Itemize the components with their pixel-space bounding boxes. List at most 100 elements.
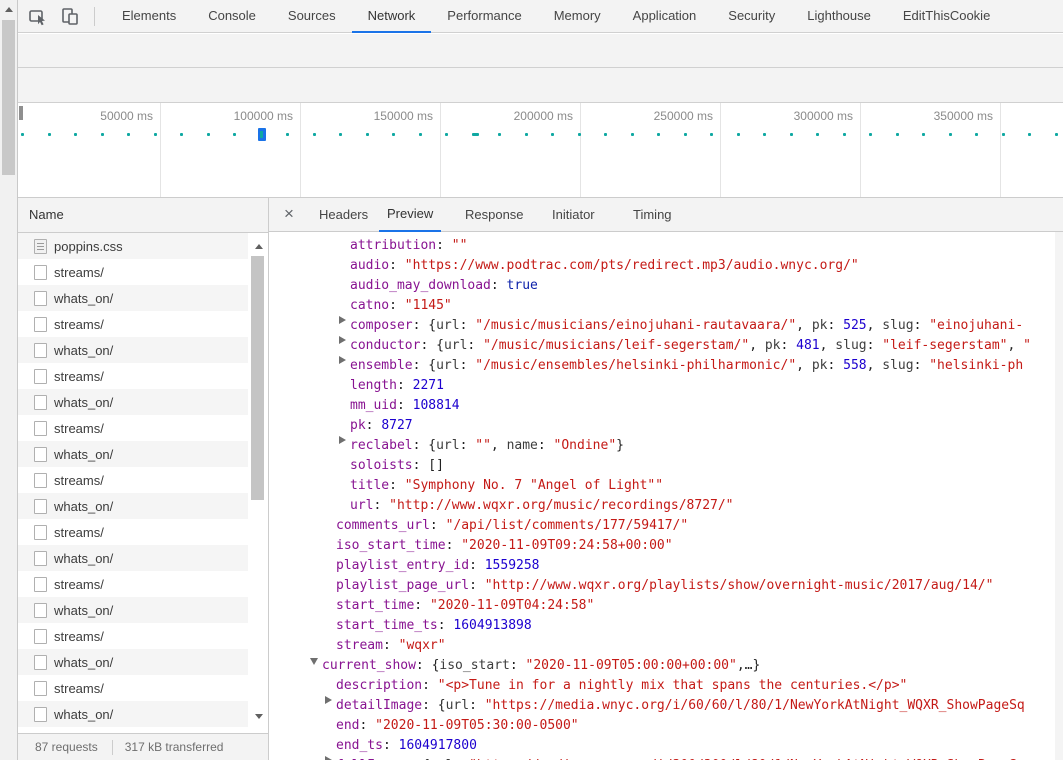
- json-line[interactable]: detailImage: {url: "https://media.wnyc.o…: [269, 696, 1055, 716]
- tab-performance[interactable]: Performance: [431, 0, 537, 33]
- timeline-gridline: [1000, 103, 1001, 197]
- json-line: length: 2271: [269, 376, 1055, 396]
- json-plain: }: [616, 438, 624, 453]
- request-row[interactable]: whats_on/: [18, 701, 248, 727]
- timeline-dot: [1002, 133, 1005, 136]
- tab-lighthouse[interactable]: Lighthouse: [791, 0, 887, 33]
- request-row[interactable]: whats_on/: [18, 597, 248, 623]
- json-key: description: [336, 678, 422, 693]
- json-key: catno: [350, 298, 389, 313]
- json-plain: ,: [867, 358, 883, 373]
- timeline-dot: [101, 133, 104, 136]
- json-plain: :: [397, 398, 413, 413]
- request-row[interactable]: streams/: [18, 519, 248, 545]
- timeline-dot: [498, 133, 501, 136]
- json-string: "<p>Tune in for a nightly mix that spans…: [438, 678, 908, 693]
- request-row[interactable]: poppins.css: [18, 233, 248, 259]
- timeline-dot-selected[interactable]: [258, 128, 266, 141]
- page-scrollbar-thumb[interactable]: [2, 20, 15, 175]
- tab-console[interactable]: Console: [192, 0, 272, 33]
- json-line[interactable]: ensemble: {url: "/music/ensembles/helsin…: [269, 356, 1055, 376]
- request-row[interactable]: whats_on/: [18, 285, 248, 311]
- json-line[interactable]: composer: {url: "/music/musicians/einoju…: [269, 316, 1055, 336]
- json-line: url: "http://www.wqxr.org/music/recordin…: [269, 496, 1055, 516]
- inspect-element-icon[interactable]: [28, 6, 48, 26]
- json-line[interactable]: fullImage: {url: "https://media.wnyc.org…: [269, 756, 1055, 760]
- request-row[interactable]: streams/: [18, 623, 248, 649]
- request-name: streams/: [54, 369, 104, 384]
- json-string: "http://www.wqxr.org/playlists/show/over…: [485, 578, 994, 593]
- preview-scrollbar[interactable]: [1055, 232, 1063, 760]
- json-key: end: [336, 718, 359, 733]
- json-line: mm_uid: 108814: [269, 396, 1055, 416]
- request-row[interactable]: streams/: [18, 363, 248, 389]
- preview-pane-tab-timing[interactable]: Timing: [625, 198, 680, 232]
- json-plain: :: [469, 558, 485, 573]
- json-line[interactable]: reclabel: {url: "", name: "Ondine"}: [269, 436, 1055, 456]
- timeline-dot: [207, 133, 210, 136]
- preview-pane-tab-initiator[interactable]: Initiator: [544, 198, 603, 232]
- timeline-dot: [710, 133, 713, 136]
- json-plain: : {: [413, 358, 436, 373]
- timeline-dot: [843, 133, 846, 136]
- json-line: end_ts: 1604917800: [269, 736, 1055, 756]
- tab-network[interactable]: Network: [352, 0, 432, 33]
- request-row[interactable]: whats_on/: [18, 649, 248, 675]
- preview-pane-tab-headers[interactable]: Headers: [311, 198, 376, 232]
- request-row[interactable]: streams/: [18, 467, 248, 493]
- request-row[interactable]: streams/: [18, 571, 248, 597]
- json-string: "http://www.wqxr.org/music/recordings/87…: [389, 498, 733, 513]
- network-toolbar: Preserve log Disable cache Online: [18, 34, 1063, 68]
- preview-pane-tab-response[interactable]: Response: [457, 198, 532, 232]
- device-toolbar-icon[interactable]: [60, 6, 80, 26]
- doc-file-icon: [34, 291, 47, 306]
- request-row[interactable]: whats_on/: [18, 493, 248, 519]
- request-row[interactable]: whats_on/: [18, 545, 248, 571]
- timeline-dot: [445, 133, 448, 136]
- json-string: "/music/ensembles/helsinki-philharmonic/…: [475, 358, 796, 373]
- request-list-scrollbar-thumb[interactable]: [251, 256, 264, 500]
- json-preview_key: pk: [765, 338, 781, 353]
- request-row[interactable]: streams/: [18, 415, 248, 441]
- tab-editthiscookie[interactable]: EditThisCookie: [887, 0, 1006, 33]
- name-column-header[interactable]: Name: [18, 198, 268, 233]
- doc-file-icon: [34, 421, 47, 436]
- request-row[interactable]: streams/: [18, 675, 248, 701]
- page-scrollbar[interactable]: [0, 0, 18, 760]
- json-line[interactable]: current_show: {iso_start: "2020-11-09T05…: [269, 656, 1055, 676]
- timeline-gridline: [580, 103, 581, 197]
- json-key: start_time: [336, 598, 414, 613]
- tab-security[interactable]: Security: [712, 0, 791, 33]
- request-row[interactable]: streams/: [18, 259, 248, 285]
- scroll-down-icon[interactable]: [255, 714, 263, 719]
- json-plain: ,: [491, 438, 507, 453]
- doc-file-icon: [34, 395, 47, 410]
- json-line: attribution: "": [269, 236, 1055, 256]
- timeline-dot: [233, 133, 236, 136]
- request-row[interactable]: whats_on/: [18, 389, 248, 415]
- json-key: conductor: [350, 338, 420, 353]
- json-line: comments_url: "/api/list/comments/177/59…: [269, 516, 1055, 536]
- preview-pane-tab-preview[interactable]: Preview: [379, 198, 441, 232]
- doc-file-icon: [34, 317, 47, 332]
- request-row[interactable]: whats_on/: [18, 337, 248, 363]
- timeline-dot: [657, 133, 660, 136]
- request-row[interactable]: streams/: [18, 311, 248, 337]
- json-preview_key: slug: [882, 358, 913, 373]
- timeline-dot: [525, 133, 528, 136]
- json-key: url: [350, 498, 373, 513]
- tab-memory[interactable]: Memory: [538, 0, 617, 33]
- scroll-up-icon[interactable]: [255, 244, 263, 249]
- json-line[interactable]: conductor: {url: "/music/musicians/leif-…: [269, 336, 1055, 356]
- tab-sources[interactable]: Sources: [272, 0, 352, 33]
- network-overview[interactable]: 50000 ms100000 ms150000 ms200000 ms25000…: [18, 103, 1063, 198]
- tab-elements[interactable]: Elements: [106, 0, 192, 33]
- scroll-up-icon[interactable]: [5, 7, 13, 12]
- request-row[interactable]: whats_on/: [18, 441, 248, 467]
- timeline-dot: [869, 133, 872, 136]
- close-icon[interactable]: ×: [284, 198, 294, 232]
- tab-application[interactable]: Application: [617, 0, 713, 33]
- json-plain: ,: [749, 338, 765, 353]
- json-plain: :: [414, 598, 430, 613]
- timeline-gridline: [860, 103, 861, 197]
